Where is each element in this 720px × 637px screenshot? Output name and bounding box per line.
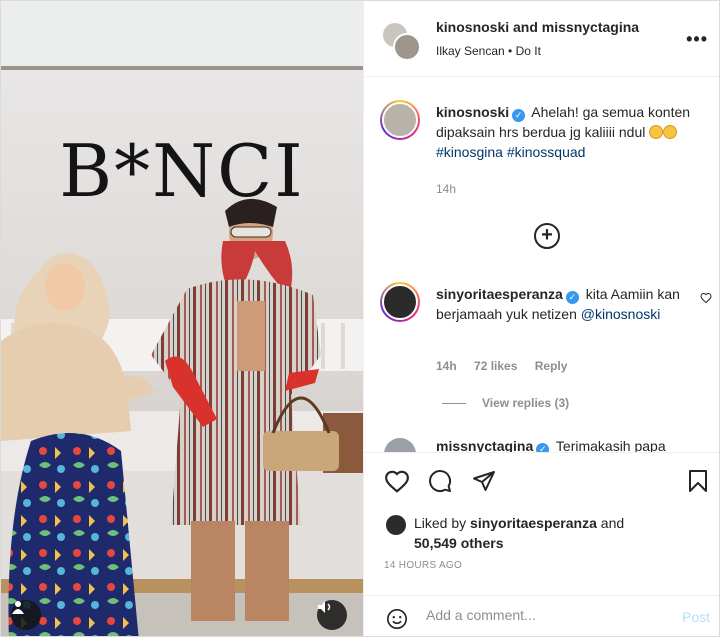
post-media[interactable]: B*NCI	[1, 1, 363, 636]
avatar	[393, 33, 421, 61]
mute-button[interactable]	[317, 600, 347, 630]
emoji-smile-icon[interactable]	[386, 608, 408, 630]
more-options-button[interactable]: •••	[686, 29, 708, 50]
like-heart-icon[interactable]	[384, 469, 410, 493]
comment-meta: 14h 72 likes Reply	[436, 359, 581, 373]
like-comment-heart-icon[interactable]	[700, 292, 712, 304]
verified-icon: ✓	[536, 443, 550, 452]
liked-prefix: Liked by	[414, 515, 471, 531]
verified-icon: ✓	[565, 291, 579, 304]
emoji-icon	[663, 125, 678, 139]
post-authors[interactable]: kinosnoski and missnyctagina	[436, 19, 639, 35]
tagged-users-button[interactable]	[11, 600, 41, 630]
user-icon	[12, 601, 24, 614]
load-more-comments-button[interactable]: +	[534, 223, 560, 249]
hashtag-link[interactable]: #kinosgina	[436, 144, 503, 160]
post-comment-button[interactable]: Post	[682, 609, 710, 625]
liked-username[interactable]: sinyoritaesperanza	[470, 515, 597, 531]
liked-by-avatar[interactable]	[386, 515, 406, 535]
comment-username[interactable]: sinyoritaesperanza	[436, 286, 563, 302]
plus-circle-icon: +	[541, 224, 553, 246]
liked-by: Liked by sinyoritaesperanza and 50,549 o…	[414, 513, 624, 553]
post-sidebar: kinosnoski and missnyctagina Ilkay Senca…	[363, 1, 719, 636]
save-bookmark-icon[interactable]	[688, 469, 708, 493]
comment-username[interactable]: missnyctagina	[436, 438, 533, 452]
speaker-icon	[318, 601, 331, 613]
liked-suffix: and	[596, 515, 625, 531]
post-photo	[1, 1, 363, 636]
comments-section: kinosnoski ✓ Ahelah! ga semua konten dipa…	[364, 78, 719, 452]
hashtag-link[interactable]: #kinossquad	[507, 144, 586, 160]
view-replies-button[interactable]: View replies (3)	[442, 396, 569, 410]
add-comment-bar: Post	[364, 595, 719, 636]
comment-avatar[interactable]	[384, 438, 416, 452]
emoji-icon	[649, 125, 664, 139]
comment-text: Terimakasih papa	[555, 438, 666, 452]
share-send-icon[interactable]	[472, 469, 496, 493]
verified-icon: ✓	[512, 109, 526, 122]
reply-button[interactable]: Reply	[535, 359, 568, 373]
more-horizontal-icon: •••	[686, 29, 708, 49]
post-overlay-title: B*NCI	[59, 129, 305, 213]
comment: sinyoritaesperanza ✓ kita Aamiin kan berj…	[436, 284, 686, 324]
comment-avatar[interactable]	[380, 282, 420, 322]
post-actions: Liked by sinyoritaesperanza and 50,549 o…	[364, 452, 719, 636]
comment-bubble-icon[interactable]	[428, 469, 452, 493]
likes-others-link[interactable]: 50,549 others	[414, 535, 504, 551]
audio-label[interactable]: Ilkay Sencan • Do It	[436, 44, 541, 58]
add-comment-input[interactable]	[426, 607, 666, 623]
comment: missnyctagina ✓ Terimakasih papa	[436, 438, 666, 452]
caption-avatar[interactable]	[380, 100, 420, 140]
caption-username[interactable]: kinosnoski	[436, 104, 509, 120]
view-replies-label: View replies (3)	[482, 396, 570, 410]
post-header: kinosnoski and missnyctagina Ilkay Senca…	[364, 1, 719, 77]
instagram-post-window: B*NCI kinosnoski and missnyctagina Ilkay…	[0, 0, 720, 637]
caption-time: 14h	[436, 182, 457, 196]
comment-likes[interactable]: 72 likes	[474, 359, 517, 373]
mention-link[interactable]: @kinosnoski	[581, 306, 661, 322]
collab-avatars[interactable]	[381, 21, 421, 61]
comment-time: 14h	[436, 359, 457, 373]
post-timestamp[interactable]: 14 HOURS AGO	[384, 560, 462, 571]
caption: kinosnoski ✓ Ahelah! ga semua konten dipa…	[436, 102, 706, 162]
